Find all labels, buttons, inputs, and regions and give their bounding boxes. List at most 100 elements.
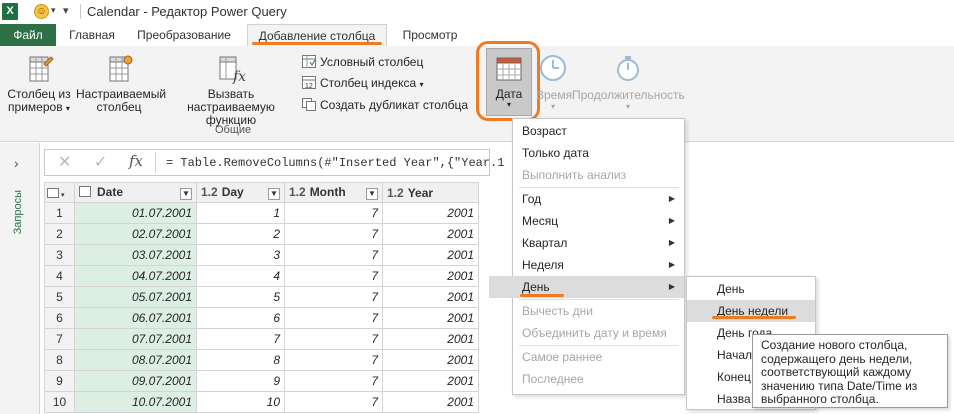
row-number[interactable]: 2 — [44, 223, 75, 245]
menu-item-year[interactable]: Год ▶ — [513, 188, 684, 210]
cell-month[interactable]: 7 — [284, 223, 383, 245]
table-row[interactable]: 6 06.07.2001 6 7 2001 — [44, 307, 479, 329]
table-row[interactable]: 1 01.07.2001 1 7 2001 — [44, 202, 479, 224]
menu-item-age[interactable]: Возраст — [513, 120, 684, 142]
cell-year[interactable]: 2001 — [382, 349, 479, 371]
menu-item-parse[interactable]: Выполнить анализ — [513, 164, 684, 186]
row-number[interactable]: 3 — [44, 244, 75, 266]
cell-day[interactable]: 10 — [196, 391, 285, 413]
column-from-examples-button[interactable]: Столбец из примеров ▾ — [4, 54, 74, 115]
menu-item-week[interactable]: Неделя ▶ — [513, 254, 684, 276]
table-row[interactable]: 8 08.07.2001 8 7 2001 — [44, 349, 479, 371]
row-number[interactable]: 6 — [44, 307, 75, 329]
index-column-button[interactable]: 12 Столбец индекса ▾ — [302, 73, 423, 93]
menu-item-subtract-days[interactable]: Вычесть дни — [513, 300, 684, 322]
cell-day[interactable]: 7 — [196, 328, 285, 350]
cancel-formula-icon[interactable]: ✕ — [58, 152, 71, 172]
time-button[interactable]: Время ▾ — [536, 54, 572, 111]
cell-year[interactable]: 2001 — [382, 265, 479, 287]
cell-day[interactable]: 1 — [196, 202, 285, 224]
table-row[interactable]: 5 05.07.2001 5 7 2001 — [44, 286, 479, 308]
cell-date[interactable]: 04.07.2001 — [74, 265, 197, 287]
cell-month[interactable]: 7 — [284, 328, 383, 350]
filter-dropdown-icon[interactable]: ▼ — [268, 188, 280, 200]
smiley-feedback-icon[interactable]: ☺ — [34, 4, 49, 19]
cell-year[interactable]: 2001 — [382, 328, 479, 350]
cell-year[interactable]: 2001 — [382, 286, 479, 308]
cell-date[interactable]: 10.07.2001 — [74, 391, 197, 413]
quick-access-caret-icon[interactable]: ▾ — [51, 5, 56, 16]
quick-access-customize-icon[interactable]: ▾ — [63, 4, 69, 17]
queries-pane-label[interactable]: Запросы — [12, 190, 24, 234]
cell-day[interactable]: 4 — [196, 265, 285, 287]
cell-month[interactable]: 7 — [284, 391, 383, 413]
decimal-type-icon[interactable]: 1.2 — [289, 185, 306, 199]
table-row[interactable]: 10 10.07.2001 10 7 2001 — [44, 391, 479, 413]
table-row[interactable]: 7 07.07.2001 7 7 2001 — [44, 328, 479, 350]
row-number[interactable]: 8 — [44, 349, 75, 371]
duration-button[interactable]: Продолжительность ▾ — [572, 54, 685, 111]
duplicate-column-button[interactable]: Создать дубликат столбца — [302, 95, 468, 115]
tab-file[interactable]: Файл — [0, 24, 56, 46]
column-header-day[interactable]: 1.2 Day ▼ — [196, 182, 285, 203]
custom-column-button[interactable]: Настраиваемый столбец — [76, 54, 166, 114]
row-number[interactable]: 7 — [44, 328, 75, 350]
cell-date[interactable]: 08.07.2001 — [74, 349, 197, 371]
cell-day[interactable]: 6 — [196, 307, 285, 329]
decimal-type-icon[interactable]: 1.2 — [201, 185, 218, 199]
row-number[interactable]: 5 — [44, 286, 75, 308]
menu-item-combine-date-time[interactable]: Объединить дату и время — [513, 322, 684, 344]
conditional-column-button[interactable]: Условный столбец — [302, 52, 423, 72]
row-number[interactable]: 10 — [44, 391, 75, 413]
filter-dropdown-icon[interactable]: ▼ — [180, 188, 192, 200]
cell-year[interactable]: 2001 — [382, 244, 479, 266]
row-number[interactable]: 4 — [44, 265, 75, 287]
column-header-date[interactable]: Date ▼ — [74, 182, 197, 203]
cell-day[interactable]: 3 — [196, 244, 285, 266]
menu-item-quarter[interactable]: Квартал ▶ — [513, 232, 684, 254]
cell-month[interactable]: 7 — [284, 202, 383, 224]
expand-queries-icon[interactable]: › — [14, 155, 19, 171]
table-row[interactable]: 3 03.07.2001 3 7 2001 — [44, 244, 479, 266]
menu-item-day[interactable]: День ▶ — [489, 276, 684, 298]
cell-month[interactable]: 7 — [284, 370, 383, 392]
column-header-month[interactable]: 1.2 Month ▼ — [284, 182, 383, 203]
tab-home[interactable]: Главная — [60, 24, 124, 46]
invoke-custom-function-button[interactable]: fx Вызвать настраиваемую функцию — [164, 54, 298, 127]
cell-day[interactable]: 2 — [196, 223, 285, 245]
table-row[interactable]: 2 02.07.2001 2 7 2001 — [44, 223, 479, 245]
cell-date[interactable]: 07.07.2001 — [74, 328, 197, 350]
cell-date[interactable]: 09.07.2001 — [74, 370, 197, 392]
cell-date[interactable]: 01.07.2001 — [74, 202, 197, 224]
submenu-item-day[interactable]: День — [687, 278, 815, 300]
filter-dropdown-icon[interactable]: ▼ — [366, 188, 378, 200]
cell-month[interactable]: 7 — [284, 349, 383, 371]
cell-day[interactable]: 8 — [196, 349, 285, 371]
cell-day[interactable]: 9 — [196, 370, 285, 392]
calendar-type-icon[interactable] — [79, 186, 91, 197]
fx-icon[interactable]: fx — [129, 152, 143, 170]
cell-day[interactable]: 5 — [196, 286, 285, 308]
cell-date[interactable]: 03.07.2001 — [74, 244, 197, 266]
cell-date[interactable]: 06.07.2001 — [74, 307, 197, 329]
decimal-type-icon[interactable]: 1.2 — [387, 186, 404, 200]
menu-item-month[interactable]: Месяц ▶ — [513, 210, 684, 232]
cell-year[interactable]: 2001 — [382, 370, 479, 392]
cell-year[interactable]: 2001 — [382, 202, 479, 224]
cell-date[interactable]: 05.07.2001 — [74, 286, 197, 308]
row-number[interactable]: 9 — [44, 370, 75, 392]
cell-month[interactable]: 7 — [284, 286, 383, 308]
table-row[interactable]: 4 04.07.2001 4 7 2001 — [44, 265, 479, 287]
tab-view[interactable]: Просмотр — [393, 24, 467, 46]
column-header-year[interactable]: 1.2 Year — [382, 182, 479, 203]
cell-month[interactable]: 7 — [284, 307, 383, 329]
table-row[interactable]: 9 09.07.2001 9 7 2001 — [44, 370, 479, 392]
cell-year[interactable]: 2001 — [382, 307, 479, 329]
cell-year[interactable]: 2001 — [382, 223, 479, 245]
menu-item-earliest[interactable]: Самое раннее — [513, 346, 684, 368]
menu-item-latest[interactable]: Последнее — [513, 368, 684, 390]
cell-date[interactable]: 02.07.2001 — [74, 223, 197, 245]
tab-transform[interactable]: Преобразование — [128, 24, 240, 46]
cell-month[interactable]: 7 — [284, 265, 383, 287]
confirm-formula-icon[interactable]: ✓ — [94, 152, 107, 172]
